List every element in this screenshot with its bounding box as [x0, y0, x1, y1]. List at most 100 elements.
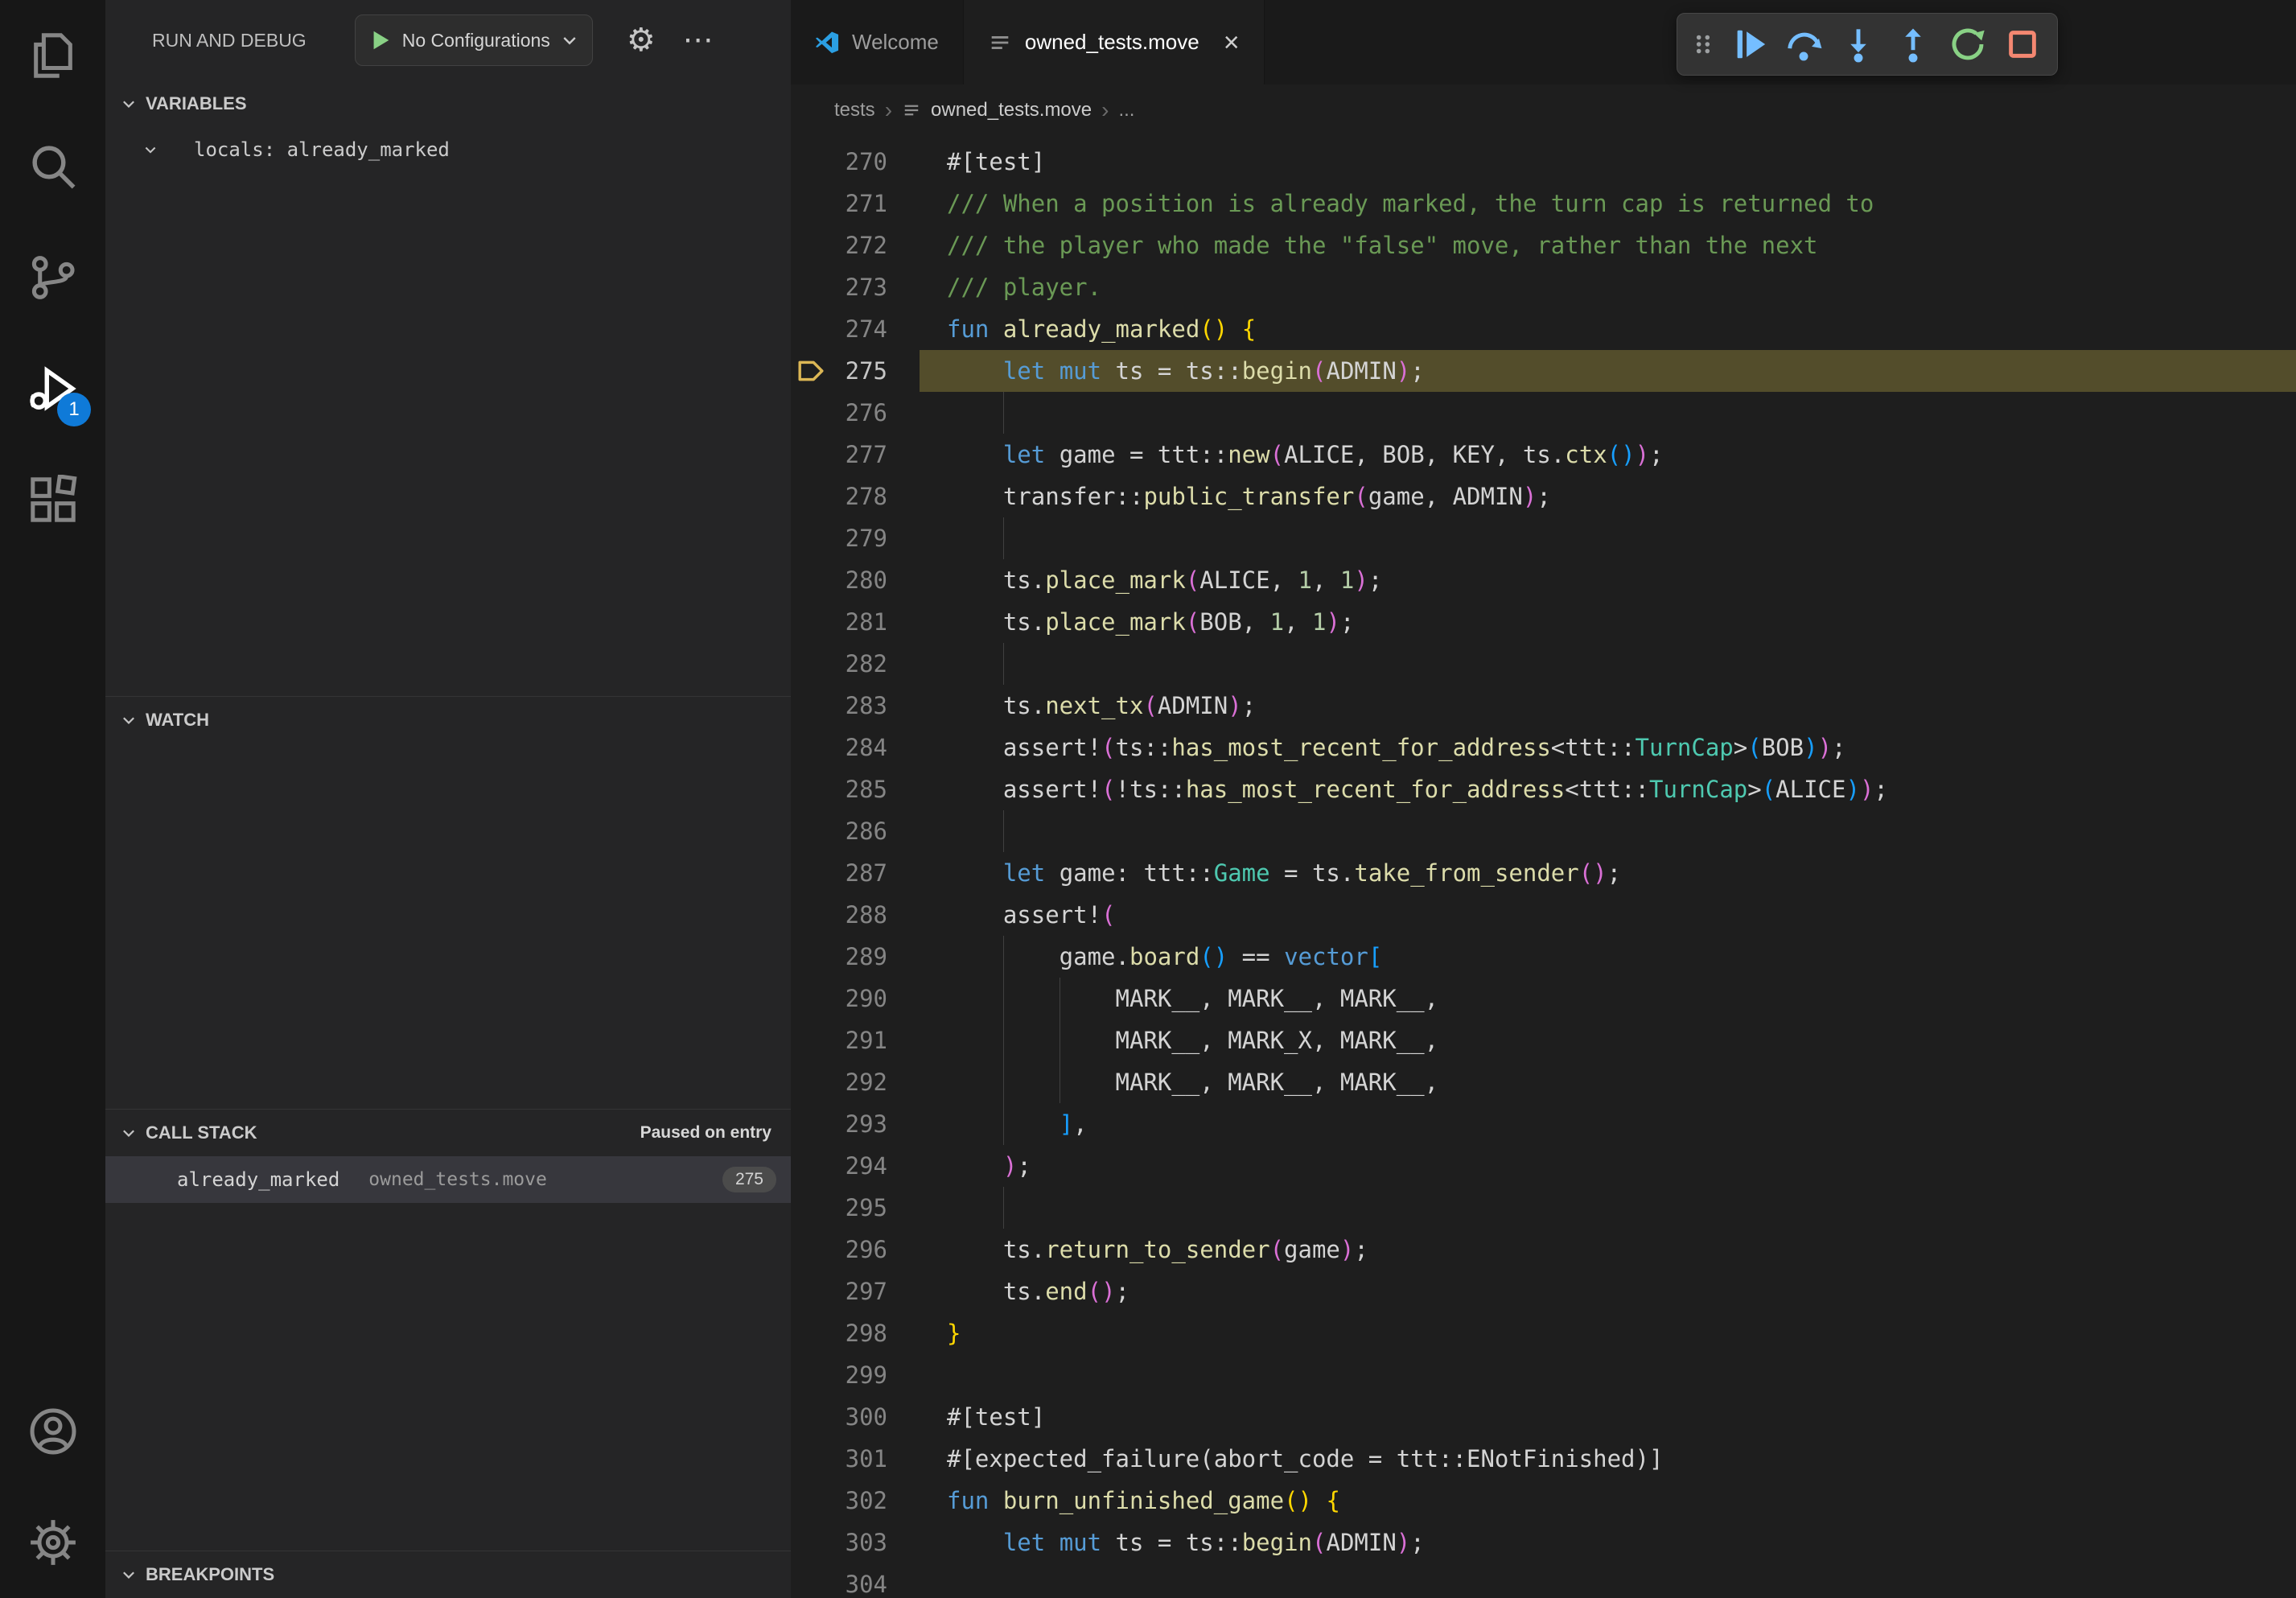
gutter-glyph-margin[interactable]: [791, 1061, 831, 1103]
gutter-glyph-margin[interactable]: [791, 810, 831, 852]
start-debug-icon[interactable]: [368, 28, 393, 52]
activity-run-debug[interactable]: 1: [0, 333, 105, 444]
sidebar-more-actions-icon[interactable]: ⋯: [683, 25, 714, 56]
gutter-glyph-margin[interactable]: [791, 1563, 831, 1598]
debug-config-label: No Configurations: [402, 30, 550, 51]
breadcrumb-folder[interactable]: tests: [834, 99, 875, 121]
code-line: 297 ts.end();: [791, 1271, 2296, 1312]
line-number: 300: [831, 1396, 887, 1438]
breakpoints-header[interactable]: BREAKPOINTS: [105, 1551, 791, 1598]
line-number: 293: [831, 1103, 887, 1145]
gutter-glyph-margin[interactable]: [791, 978, 831, 1019]
sidebar-title: RUN AND DEBUG: [152, 30, 307, 51]
code-line: 303 let mut ts = ts::begin(ADMIN);: [791, 1522, 2296, 1563]
gutter-glyph-margin[interactable]: [791, 266, 831, 308]
toolbar-drag-handle[interactable]: [1687, 26, 1719, 63]
gutter-glyph-margin[interactable]: [791, 517, 831, 559]
activity-settings[interactable]: [0, 1487, 105, 1598]
gutter-glyph-margin[interactable]: [791, 559, 831, 601]
watch-header[interactable]: WATCH: [105, 697, 791, 743]
gutter-glyph-margin[interactable]: [791, 308, 831, 350]
gutter-glyph-margin[interactable]: [791, 1522, 831, 1563]
tab-welcome[interactable]: Welcome: [791, 0, 964, 84]
gutter-glyph-margin[interactable]: [791, 1480, 831, 1522]
breadcrumb-symbol[interactable]: ...: [1118, 99, 1134, 121]
code-text: ts.end();: [920, 1271, 2296, 1312]
code-line: 298}: [791, 1312, 2296, 1354]
activity-extensions[interactable]: [0, 444, 105, 555]
gutter-glyph-margin[interactable]: [791, 768, 831, 810]
gutter-glyph-margin[interactable]: [791, 1438, 831, 1480]
sidebar-header: RUN AND DEBUG No Configurations ⚙ ⋯: [105, 0, 791, 80]
activity-explorer[interactable]: [0, 0, 105, 111]
continue-button[interactable]: [1724, 19, 1774, 69]
code-line: 274fun already_marked() {: [791, 308, 2296, 350]
debug-config-dropdown[interactable]: No Configurations: [355, 14, 593, 66]
gutter-glyph-margin[interactable]: [791, 1103, 831, 1145]
code-line: 279: [791, 517, 2296, 559]
gutter-glyph-margin[interactable]: [791, 601, 831, 643]
step-into-button[interactable]: [1833, 19, 1883, 69]
code-text: let mut ts = ts::begin(ADMIN);: [920, 1522, 2296, 1563]
gutter-glyph-margin[interactable]: [791, 1396, 831, 1438]
search-icon: [28, 142, 78, 192]
tab-label: owned_tests.move: [1025, 30, 1199, 55]
code-line: 293 ],: [791, 1103, 2296, 1145]
line-number: 271: [831, 183, 887, 224]
code-lines: 270#[test]271/// When a position is alre…: [791, 141, 2296, 1598]
gutter-glyph-margin[interactable]: [791, 1271, 831, 1312]
code-text: [920, 1563, 2296, 1598]
gutter-glyph-margin[interactable]: [791, 894, 831, 936]
variables-header[interactable]: VARIABLES: [105, 80, 791, 127]
gutter-glyph-margin[interactable]: [791, 936, 831, 978]
gutter-glyph-margin[interactable]: [791, 392, 831, 434]
breadcrumb-file[interactable]: owned_tests.move: [931, 99, 1092, 121]
activity-source-control[interactable]: [0, 222, 105, 333]
gutter-glyph-margin[interactable]: [791, 434, 831, 476]
code-line: 301#[expected_failure(abort_code = ttt::…: [791, 1438, 2296, 1480]
gutter-glyph-margin[interactable]: [791, 476, 831, 517]
restart-button[interactable]: [1943, 19, 1993, 69]
variables-locals-row[interactable]: locals: already_marked: [105, 127, 791, 172]
gutter-glyph-margin[interactable]: [791, 350, 831, 392]
code-area[interactable]: 270#[test]271/// When a position is alre…: [791, 136, 2296, 1598]
step-out-button[interactable]: [1888, 19, 1938, 69]
gutter-glyph-margin[interactable]: [791, 1019, 831, 1061]
code-line: 300#[test]: [791, 1396, 2296, 1438]
indent-guide: [1003, 1187, 1004, 1229]
restart-icon: [1949, 26, 1986, 63]
gutter-glyph-margin[interactable]: [791, 1354, 831, 1396]
line-number: 301: [831, 1438, 887, 1480]
current-frame-marker-icon: [797, 359, 825, 383]
code-line: 284 assert!(ts::has_most_recent_for_addr…: [791, 727, 2296, 768]
step-over-button[interactable]: [1779, 19, 1829, 69]
gutter-glyph-margin[interactable]: [791, 141, 831, 183]
gutter-glyph-margin[interactable]: [791, 183, 831, 224]
gutter-glyph-margin[interactable]: [791, 1229, 831, 1271]
gutter-glyph-margin[interactable]: [791, 1145, 831, 1187]
line-number: 286: [831, 810, 887, 852]
gutter-glyph-margin[interactable]: [791, 685, 831, 727]
chevron-down-icon: [120, 1124, 138, 1142]
activity-search[interactable]: [0, 111, 105, 222]
code-text: MARK__, MARK__, MARK__,: [920, 1061, 2296, 1103]
code-line: 277 let game = ttt::new(ALICE, BOB, KEY,…: [791, 434, 2296, 476]
call-stack-frame[interactable]: already_markedowned_tests.move275: [105, 1156, 791, 1203]
stop-button[interactable]: [1998, 19, 2047, 69]
line-number: 294: [831, 1145, 887, 1187]
code-text: ts.place_mark(BOB, 1, 1);: [920, 601, 2296, 643]
line-number: 277: [831, 434, 887, 476]
gutter-glyph-margin[interactable]: [791, 727, 831, 768]
gutter-glyph-margin[interactable]: [791, 1187, 831, 1229]
gutter-glyph-margin[interactable]: [791, 1312, 831, 1354]
gutter-glyph-margin[interactable]: [791, 852, 831, 894]
activity-account[interactable]: [0, 1376, 105, 1487]
tab-owned-tests-move[interactable]: owned_tests.move ×: [964, 0, 1265, 84]
call-stack-header[interactable]: CALL STACK Paused on entry: [105, 1110, 791, 1156]
tab-close-icon[interactable]: ×: [1224, 29, 1240, 56]
code-text: assert!(ts::has_most_recent_for_address<…: [920, 727, 2296, 768]
debug-gear-icon[interactable]: ⚙: [627, 24, 656, 56]
gutter-glyph-margin[interactable]: [791, 643, 831, 685]
gripper-icon: [1689, 28, 1717, 60]
gutter-glyph-margin[interactable]: [791, 224, 831, 266]
